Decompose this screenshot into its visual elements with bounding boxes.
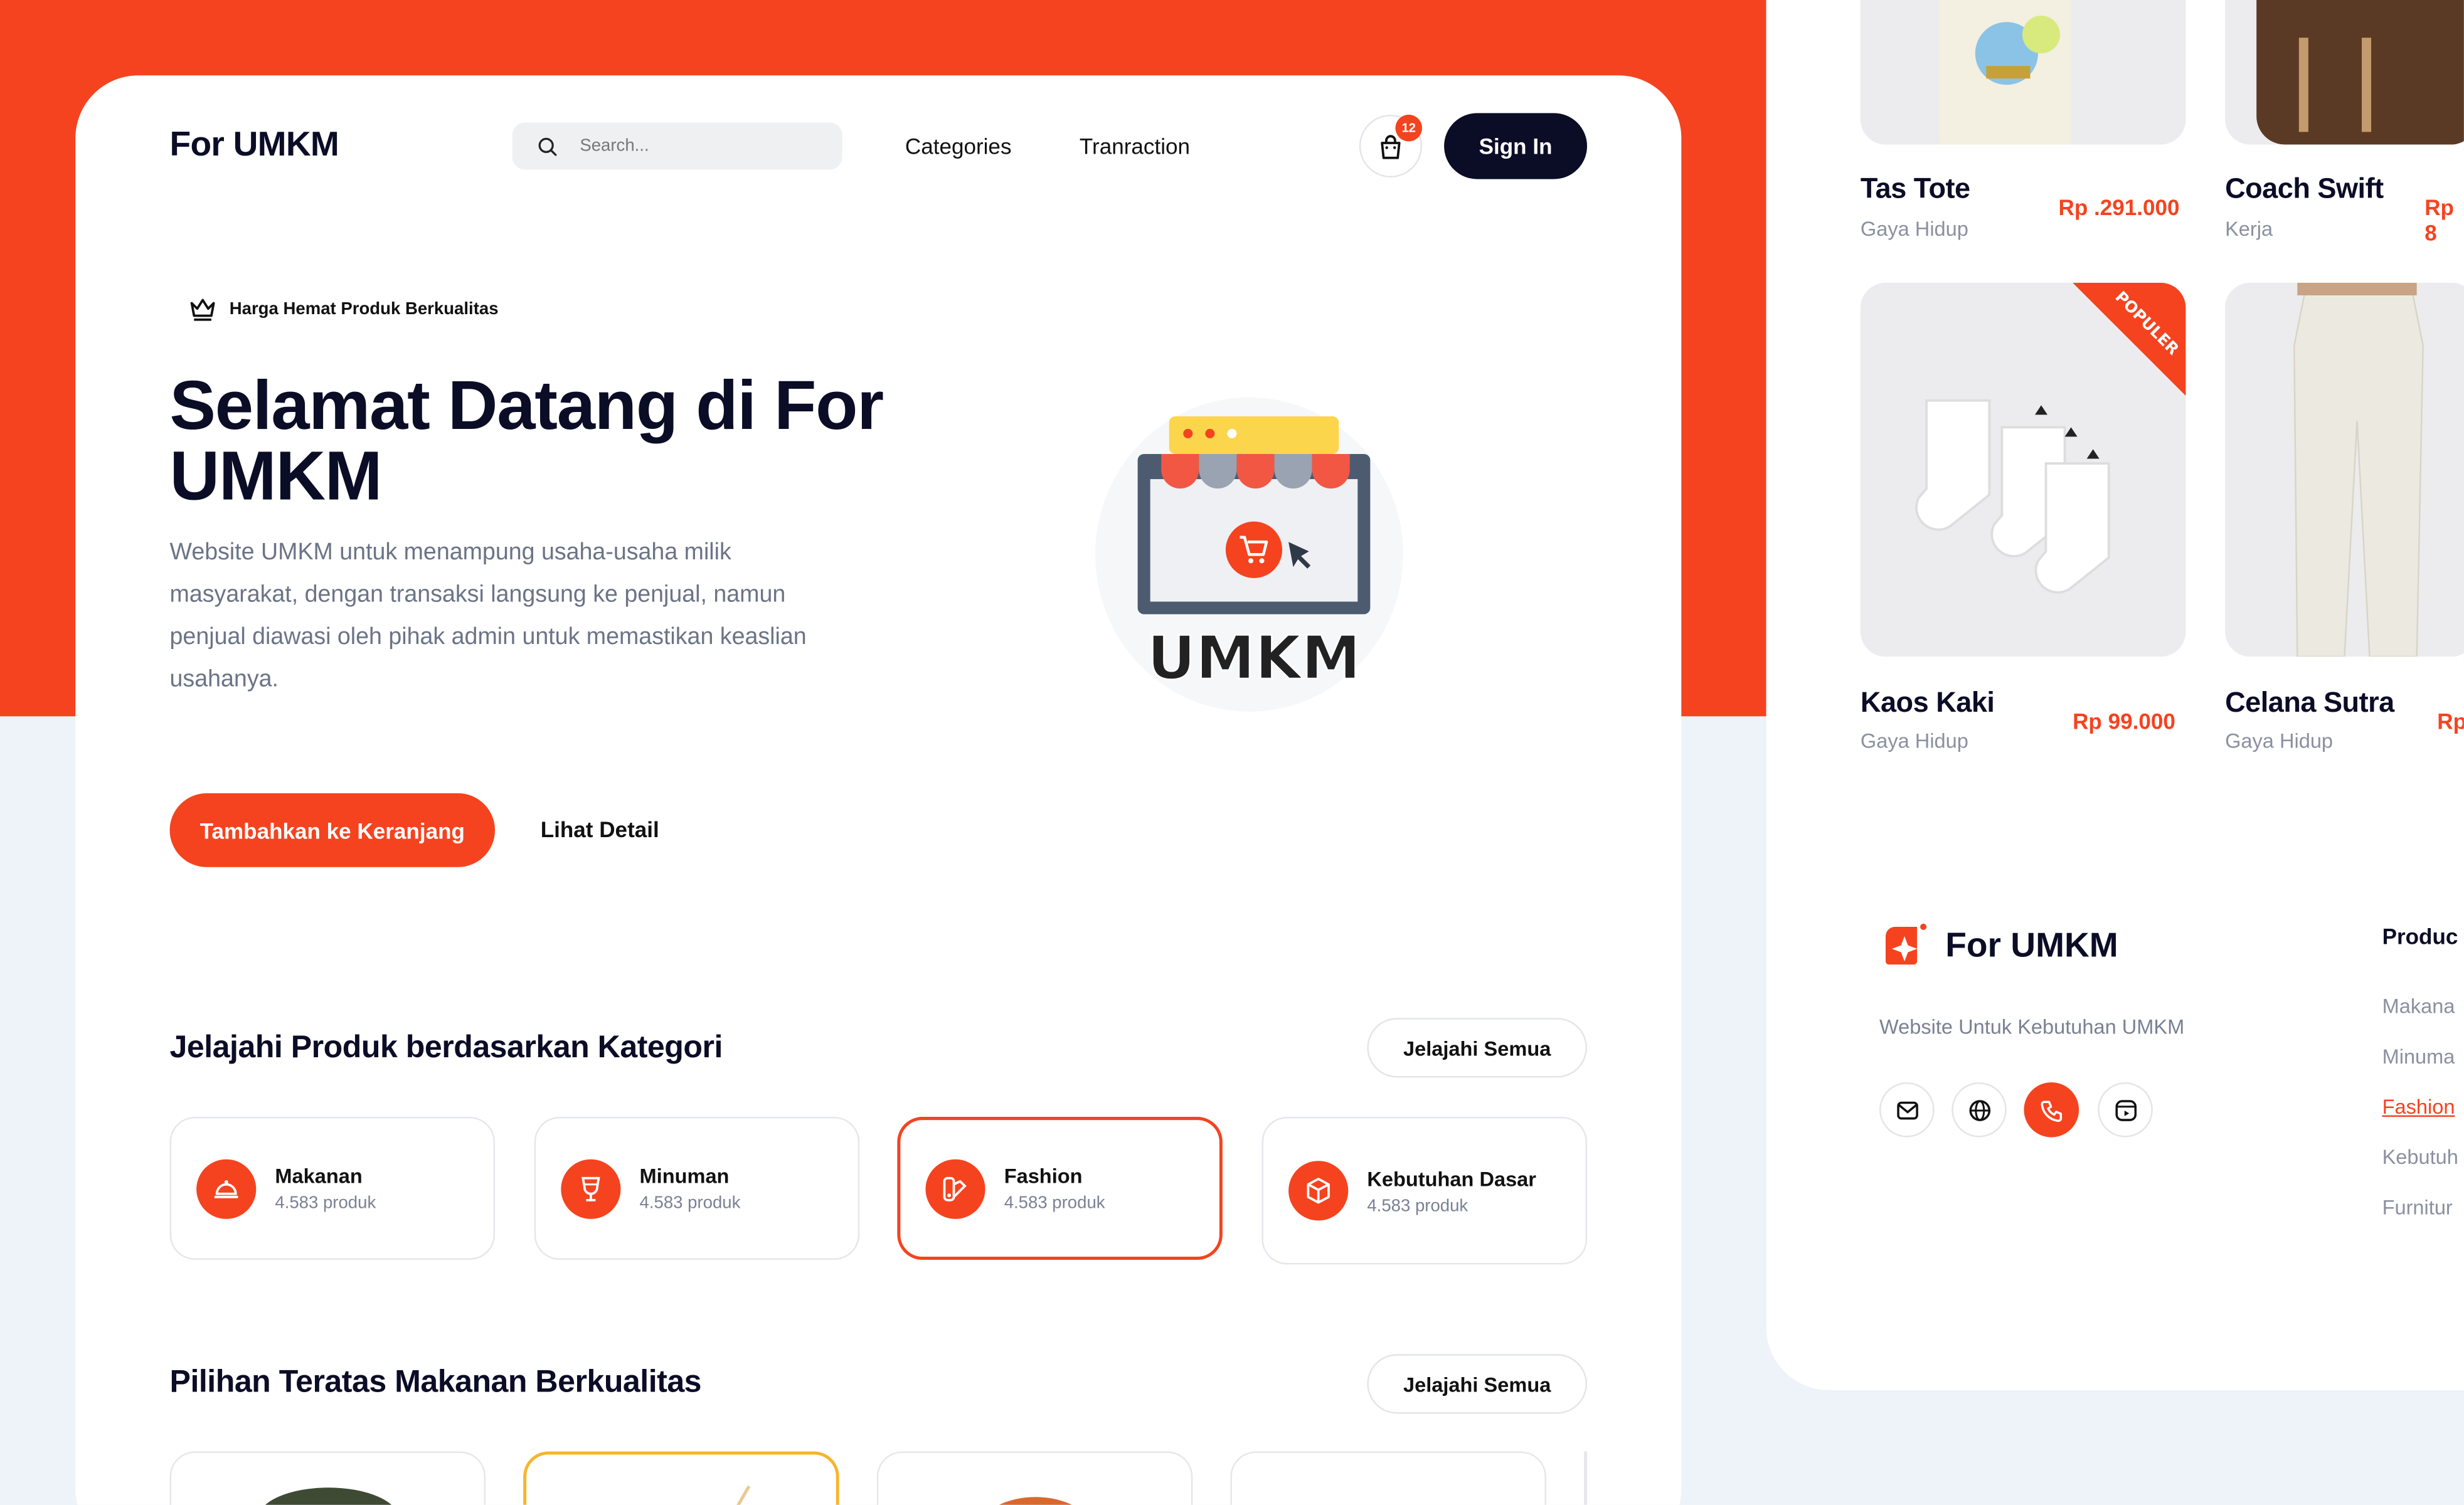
food-card[interactable] <box>523 1451 839 1505</box>
search-placeholder: Search... <box>580 136 649 156</box>
product-name: Coach Swift <box>2225 172 2384 204</box>
category-name: Minuman <box>639 1164 730 1188</box>
search-input[interactable]: Search... <box>512 122 842 170</box>
footer-link-fashion[interactable]: Fashion <box>2382 1095 2455 1119</box>
food-card[interactable] <box>1230 1451 1546 1505</box>
category-name: Fashion <box>1004 1164 1083 1188</box>
explore-all-categories-button[interactable]: Jelajahi Semua <box>1367 1018 1588 1078</box>
box-icon <box>1288 1161 1349 1221</box>
product-price: Rp <box>2437 708 2464 734</box>
add-to-cart-button[interactable]: Tambahkan ke Keranjang <box>169 793 496 867</box>
globe-icon <box>1968 1099 1990 1121</box>
footer-link-furniture[interactable]: Furnitur <box>2382 1195 2453 1219</box>
product-name: Celana Sutra <box>2225 686 2394 718</box>
instagram-icon <box>2115 1099 2136 1121</box>
hero-badge: Harga Hemat Produk Berkualitas <box>189 297 499 322</box>
phone-icon <box>2040 1100 2061 1121</box>
umkm-label: UMKM <box>1147 624 1361 693</box>
hero-badge-text: Harga Hemat Produk Berkualitas <box>229 300 499 319</box>
nav-transaction[interactable]: Tranraction <box>1080 134 1190 159</box>
product-name: Kaos Kaki <box>1860 686 1995 718</box>
category-card-fashion[interactable]: Fashion 4.583 produk <box>897 1117 1223 1260</box>
footer-description: Website Untuk Kebutuhan UMKM <box>1879 1015 2185 1038</box>
product-image-tas-tote[interactable] <box>1860 0 2186 145</box>
view-detail-link[interactable]: Lihat Detail <box>541 817 659 842</box>
product-image-celana-sutra[interactable] <box>2225 282 2464 657</box>
product-category: Kerja <box>2225 216 2273 241</box>
mail-icon <box>1896 1101 1918 1119</box>
category-card-minuman[interactable]: Minuman 4.583 produk <box>534 1117 860 1260</box>
category-card-kebutuhan-dasar[interactable]: Kebutuhan Dasar 4.583 produk <box>1261 1117 1588 1265</box>
category-count: 4.583 produk <box>1004 1193 1105 1213</box>
product-image-kaos-kaki[interactable]: POPULER <box>1860 282 2186 657</box>
phone-button[interactable] <box>2024 1082 2079 1138</box>
crown-icon <box>190 298 215 321</box>
footer-logo[interactable]: For UMKM <box>1879 921 2118 971</box>
search-icon <box>538 137 557 156</box>
product-category: Gaya Hidup <box>1860 216 1968 241</box>
category-count: 4.583 produk <box>639 1193 741 1213</box>
nav-categories[interactable]: Categories <box>905 134 1012 159</box>
carousel-divider <box>1584 1451 1588 1505</box>
hero-description: Website UMKM untuk menampung usaha-usaha… <box>169 539 807 693</box>
email-button[interactable] <box>1879 1082 1935 1138</box>
site-logo[interactable]: For UMKM <box>170 124 339 165</box>
footer-link-minuman[interactable]: Minuma <box>2382 1045 2455 1069</box>
category-count: 4.583 produk <box>1367 1196 1468 1215</box>
footer-link-makanan[interactable]: Makana <box>2382 995 2455 1018</box>
food-cloche-icon <box>196 1158 257 1218</box>
product-image-coach-swift[interactable] <box>2225 0 2464 145</box>
footer-products-heading: Produc <box>2382 923 2458 949</box>
product-price: Rp .291.000 <box>2058 194 2180 220</box>
drink-glass-icon <box>561 1158 621 1218</box>
product-name: Tas Tote <box>1860 172 1970 204</box>
instagram-button[interactable] <box>2098 1082 2153 1138</box>
categories-title: Jelajahi Produk berdasarkan Kategori <box>169 1030 723 1065</box>
product-price: Rp 99.000 <box>2073 708 2175 734</box>
sign-in-button[interactable]: Sign In <box>1444 113 1588 179</box>
hero-title: Selamat Datang di For UMKM <box>169 367 884 515</box>
explore-all-food-button[interactable]: Jelajahi Semua <box>1367 1354 1588 1414</box>
top-picks-title: Pilihan Teratas Makanan Berkualitas <box>169 1365 702 1400</box>
food-card[interactable] <box>876 1451 1193 1505</box>
product-category: Gaya Hidup <box>2225 729 2334 752</box>
main-content-card <box>75 75 1682 1505</box>
product-price: Rp 8 <box>2424 194 2454 245</box>
footer-logo-text: For UMKM <box>1945 925 2118 965</box>
category-card-makanan[interactable]: Makanan 4.583 produk <box>169 1117 496 1260</box>
fashion-swatch-icon <box>925 1158 985 1218</box>
umkm-store-illustration: UMKM <box>1084 385 1414 723</box>
brand-logo-icon <box>1886 923 1927 965</box>
footer-link-kebutuhan[interactable]: Kebutuh <box>2382 1145 2458 1169</box>
food-card[interactable] <box>169 1451 486 1505</box>
category-name: Kebutuhan Dasar <box>1367 1166 1536 1190</box>
product-category: Gaya Hidup <box>1860 729 1968 752</box>
cart-count-badge: 12 <box>1395 114 1423 142</box>
website-button[interactable] <box>1952 1082 2007 1138</box>
category-name: Makanan <box>275 1164 363 1188</box>
category-count: 4.583 produk <box>275 1193 376 1213</box>
